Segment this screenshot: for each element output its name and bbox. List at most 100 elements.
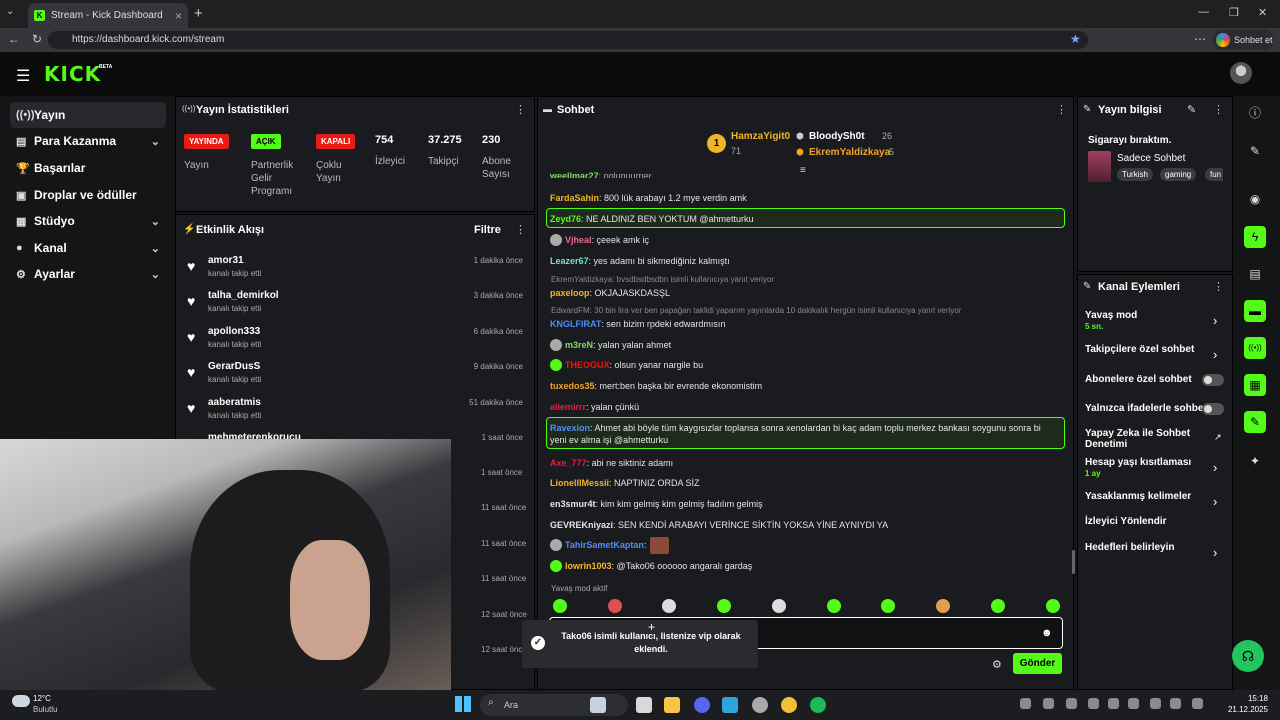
layout-icon[interactable]: ▦	[1244, 374, 1266, 396]
chat-username[interactable]: GEVREKniyazi	[550, 520, 613, 530]
folder-icon[interactable]	[664, 697, 680, 713]
spotify-icon[interactable]	[810, 697, 826, 713]
chat-username[interactable]: paxeloop	[550, 288, 590, 298]
chat-username[interactable]: FardaSahin	[550, 193, 599, 203]
sidebar-item-studyo[interactable]: ▦ Stüdyo ⌄	[10, 208, 166, 234]
chat-username[interactable]: Ravexion	[550, 423, 590, 433]
chat-username[interactable]: Zeyd76	[550, 214, 581, 224]
channel-action-label[interactable]: Yavaş mod	[1085, 310, 1137, 321]
steam-icon[interactable]	[752, 697, 768, 713]
tag-chip[interactable]: gaming	[1160, 168, 1197, 181]
chat-settings-gear-icon[interactable]: ⚙	[992, 658, 1002, 671]
chevron-right-icon[interactable]: ›	[1213, 460, 1217, 475]
minimize-icon[interactable]: —	[1198, 6, 1209, 18]
quick-emote-icon[interactable]	[827, 599, 841, 613]
browser-tab[interactable]: K Stream - Kick Dashboard ×	[28, 3, 188, 28]
activity-user[interactable]: talha_demirkol	[208, 290, 279, 301]
chat-scrollbar[interactable]	[1072, 550, 1075, 574]
chevron-right-icon[interactable]: ›	[1213, 494, 1217, 509]
third-gifter-name[interactable]: EkremYaldizkaya	[809, 147, 890, 158]
close-window-icon[interactable]: ✕	[1258, 6, 1267, 19]
copilot-chat-button[interactable]: Sohbet et	[1212, 30, 1274, 50]
activity-item[interactable]: ♥ talha_demirkol kanalı takip etti 3 dakika…	[184, 288, 529, 322]
channel-action-label[interactable]: İzleyici Yönlendir	[1085, 516, 1167, 527]
camera-icon[interactable]: ◉	[1244, 188, 1266, 210]
file-explorer-icon[interactable]	[636, 697, 652, 713]
chrome-icon[interactable]	[781, 697, 797, 713]
chevron-right-icon[interactable]: ›	[1213, 313, 1217, 328]
tray-icon[interactable]	[1043, 698, 1054, 709]
tray-icon[interactable]	[1128, 698, 1139, 709]
weather-temp[interactable]: 12°C	[33, 694, 51, 703]
sidebar-item-droplar[interactable]: ▣ Droplar ve ödüller	[10, 182, 166, 208]
document-icon[interactable]: ▤	[1244, 263, 1266, 285]
filter-button[interactable]: Filtre	[474, 224, 501, 236]
edit-pencil-icon[interactable]: ✎	[1187, 103, 1196, 116]
channel-action-label[interactable]: Takipçilere özel sohbet	[1085, 344, 1194, 355]
url-input[interactable]: https://dashboard.kick.com/stream	[48, 31, 1088, 49]
task-view-icon[interactable]	[590, 697, 606, 713]
close-tab-icon[interactable]: ×	[175, 9, 182, 23]
wrench-icon[interactable]: ✎	[1244, 411, 1266, 433]
lightning-icon[interactable]: ϟ	[1244, 226, 1266, 248]
back-icon[interactable]: ←	[8, 32, 20, 46]
chat-username[interactable]: LionelllMessii	[550, 478, 609, 488]
chat-username[interactable]: THEOGUX	[565, 360, 610, 370]
second-gifter-name[interactable]: BloodySh0t	[809, 131, 865, 142]
sidebar-item-ayarlar[interactable]: ⚙ Ayarlar ⌄	[10, 261, 166, 287]
refresh-icon[interactable]: ↻	[32, 32, 42, 46]
channel-action-label[interactable]: Yapay Zeka ile Sohbet Denetimi	[1085, 428, 1195, 450]
maximize-icon[interactable]: ❐	[1229, 6, 1239, 19]
stream-info-menu-icon[interactable]: ⋮	[1213, 103, 1224, 116]
emoji-icon[interactable]: ☻	[1041, 627, 1053, 639]
support-headset-icon[interactable]: ☊	[1232, 640, 1264, 672]
tag-chip[interactable]: Turkish	[1117, 168, 1153, 181]
activity-user[interactable]: apollon333	[208, 326, 260, 337]
chat-username[interactable]: TahirSametKaptan	[565, 540, 644, 550]
quick-emote-icon[interactable]	[936, 599, 950, 613]
windows-start-icon[interactable]	[455, 696, 471, 712]
share-icon[interactable]: ✦	[1244, 450, 1266, 472]
send-button[interactable]: Gönder	[1013, 653, 1062, 674]
channel-action-label[interactable]: Hedefleri belirleyin	[1085, 542, 1174, 553]
chevron-right-icon[interactable]: ›	[1213, 347, 1217, 362]
tray-icon[interactable]	[1192, 698, 1203, 709]
chat-username[interactable]: Vjheal	[565, 235, 592, 245]
quick-emote-icon[interactable]	[662, 599, 676, 613]
top-gifter-name[interactable]: HamzaYigit0	[731, 131, 790, 142]
edge-icon[interactable]	[722, 697, 738, 713]
external-link-icon[interactable]: ↗	[1214, 432, 1222, 443]
tray-icon[interactable]	[1108, 698, 1119, 709]
activity-item[interactable]: ♥ amor31 kanalı takip etti 1 dakika önce	[184, 253, 529, 287]
new-tab-icon[interactable]: +	[194, 5, 203, 22]
quick-emote-icon[interactable]	[991, 599, 1005, 613]
chat-username[interactable]: m3reN	[565, 340, 593, 350]
activity-item[interactable]: ♥ apollon333 kanalı takip etti 6 dakika önc…	[184, 324, 529, 358]
chat-username[interactable]: tuxedos35	[550, 381, 595, 391]
sidebar-item-kanal[interactable]: ● Kanal ⌄	[10, 235, 166, 261]
toggle-switch[interactable]	[1202, 374, 1224, 386]
quick-emote-icon[interactable]	[772, 599, 786, 613]
more-menu-icon[interactable]: ⋯	[1194, 32, 1206, 46]
channel-actions-menu-icon[interactable]: ⋮	[1213, 280, 1224, 293]
chevron-right-icon[interactable]: ›	[1213, 545, 1217, 560]
weather-desc[interactable]: Bulutlu	[33, 705, 57, 714]
channel-action-label[interactable]: Abonelere özel sohbet	[1085, 374, 1192, 385]
quick-emote-icon[interactable]	[881, 599, 895, 613]
pencil-icon[interactable]: ✎	[1244, 140, 1266, 162]
tray-icon[interactable]	[1066, 698, 1077, 709]
clock-time[interactable]: 15:18	[1230, 694, 1268, 703]
tray-icon[interactable]	[1088, 698, 1099, 709]
sidebar-item-yayin[interactable]: ((•)) Yayın	[10, 102, 166, 128]
tag-chip[interactable]: fun	[1205, 168, 1223, 181]
chat-bubble-icon[interactable]: ▬	[1244, 300, 1266, 322]
clock-date[interactable]: 21.12.2025	[1222, 705, 1268, 714]
category-name[interactable]: Sadece Sohbet	[1117, 153, 1185, 164]
profile-avatar[interactable]	[1230, 62, 1252, 84]
activity-item[interactable]: ♥ GerarDusS kanalı takip etti 9 dakika önce	[184, 359, 529, 393]
chat-username[interactable]: weellmar27	[550, 171, 599, 178]
discord-icon[interactable]	[694, 697, 710, 713]
sidebar-item-para-kazanma[interactable]: ▤ Para Kazanma ⌄	[10, 128, 166, 154]
info-icon[interactable]: ⓘ	[1244, 102, 1266, 124]
quick-emote-icon[interactable]	[608, 599, 622, 613]
